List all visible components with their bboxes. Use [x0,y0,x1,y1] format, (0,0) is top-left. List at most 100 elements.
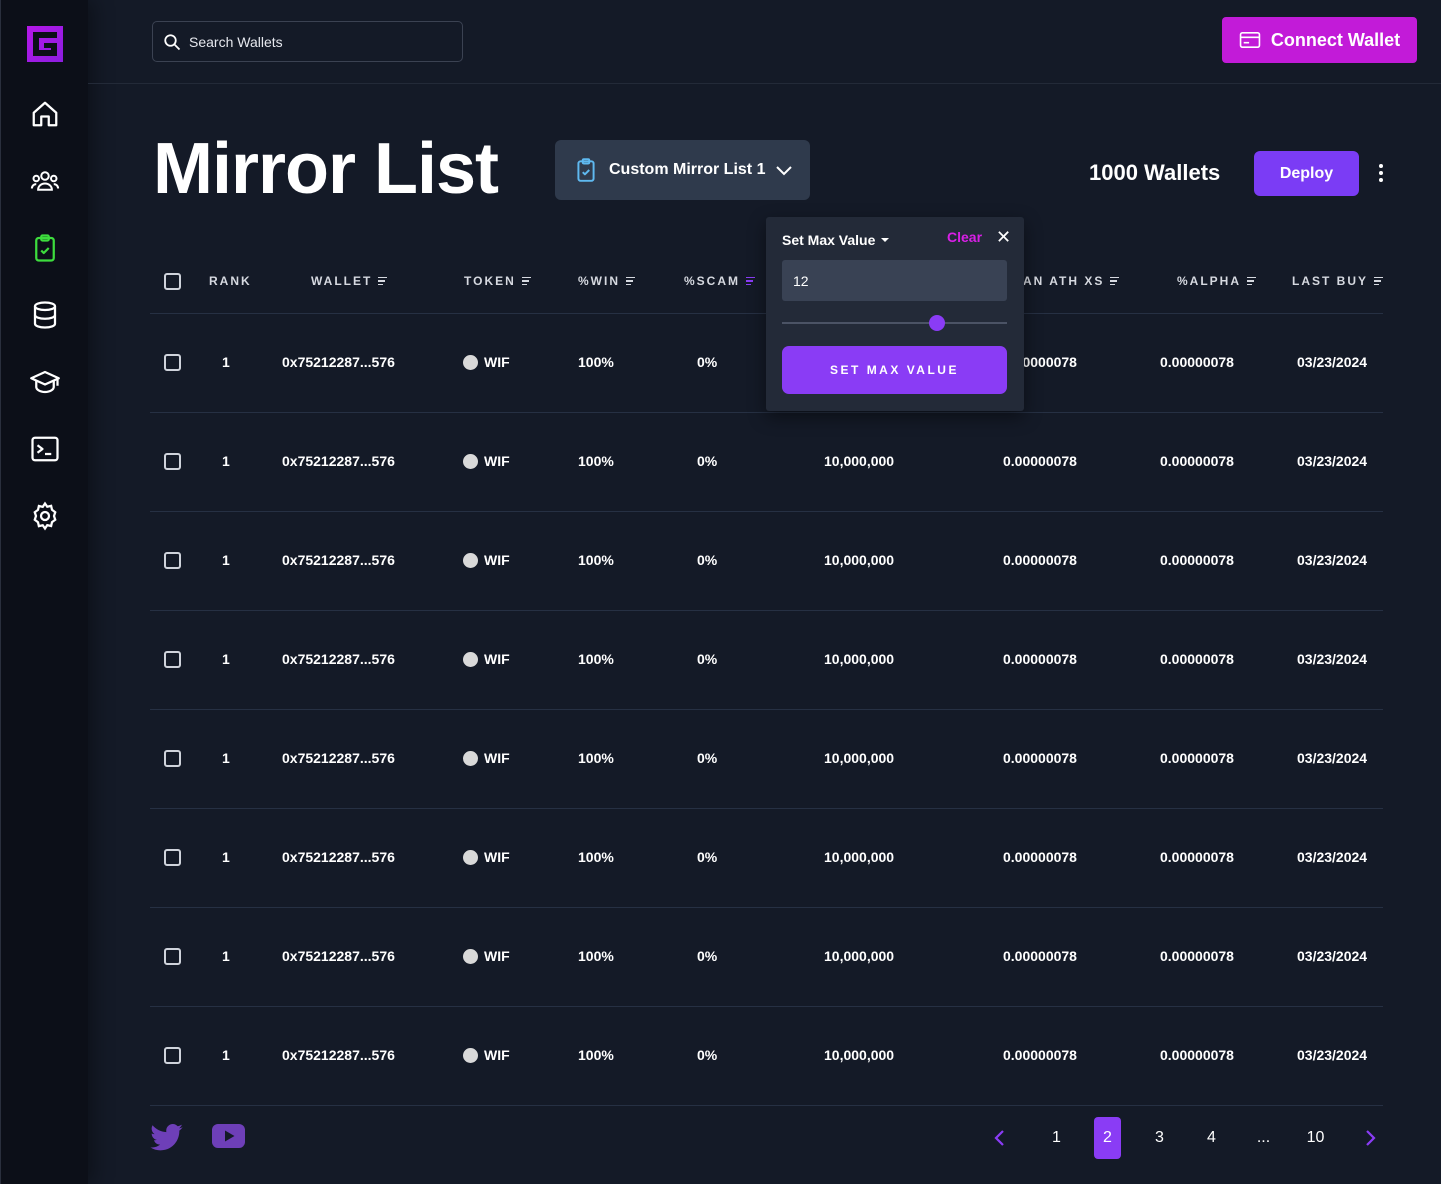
cell-wallet[interactable]: 0x75212287...576 [282,750,395,766]
column-label: WALLET [311,274,373,288]
cell-win: 100% [578,354,614,370]
row-checkbox[interactable] [164,1047,181,1064]
page-button-1[interactable]: 1 [1043,1117,1070,1159]
token-icon [463,850,478,865]
deploy-button[interactable]: Deploy [1254,151,1359,196]
row-checkbox[interactable] [164,750,181,767]
slider-handle[interactable] [929,315,946,331]
connect-wallet-label: Connect Wallet [1270,29,1401,50]
sort-icon [626,276,635,286]
cell-win: 100% [578,453,614,469]
nav-settings[interactable] [25,496,65,536]
nav-terminal[interactable] [25,429,65,469]
cell-token: WIF [463,354,510,370]
column-header-last-buy[interactable]: LAST BUY [1292,274,1383,288]
nav-database[interactable] [25,295,65,335]
select-all-checkbox[interactable] [164,273,181,290]
popover-title-label: Set Max Value [782,232,876,248]
row-checkbox[interactable] [164,552,181,569]
column-header-rank[interactable]: RANK [209,274,252,288]
cell-value: 10,000,000 [824,651,895,667]
close-icon[interactable]: ✕ [996,227,1011,248]
cell-win: 100% [578,948,614,964]
cell-wallet[interactable]: 0x75212287...576 [282,552,395,568]
cell-scam: 0% [697,651,718,667]
cell-wallet[interactable]: 0x75212287...576 [282,1047,395,1063]
cell-wallet[interactable]: 0x75212287...576 [282,651,395,667]
cell-wallet[interactable]: 0x75212287...576 [282,948,395,964]
cell-wallet[interactable]: 0x75212287...576 [282,354,395,370]
page-button-10[interactable]: 10 [1302,1117,1329,1159]
clipboard-check-icon [577,158,595,182]
cell-alpha: 0.00000078 [1160,552,1234,568]
cell-last-buy: 03/23/2024 [1297,354,1368,370]
clear-button[interactable]: Clear [947,229,982,245]
nav-home[interactable] [25,94,65,134]
more-options-icon[interactable] [1372,160,1390,186]
column-header-alpha[interactable]: %ALPHA [1177,274,1257,288]
logo-icon[interactable] [27,26,63,62]
twitter-icon[interactable] [150,1124,183,1151]
page-button-3[interactable]: 3 [1146,1117,1173,1159]
prev-page-icon[interactable] [985,1117,1013,1159]
set-max-value-button[interactable]: SET MAX VALUE [782,346,1007,394]
table-row[interactable]: 1 0x75212287...576 WIF 100% 0% 10,000,000 0.00… [150,710,1383,809]
cell-token: WIF [463,750,510,766]
token-icon [463,751,478,766]
cell-value: 10,000,000 [824,453,895,469]
nav-mirror-list[interactable] [25,228,65,268]
table-row[interactable]: 1 0x75212287...576 WIF 100% 0% 10,000,000 0.00… [150,908,1383,1007]
search-input[interactable] [189,33,449,50]
row-checkbox[interactable] [164,453,181,470]
popover-title[interactable]: Set Max Value [782,232,890,248]
cell-win: 100% [578,651,614,667]
token-label: WIF [484,1047,510,1063]
table-row[interactable]: 1 0x75212287...576 WIF 100% 0% 10,000,000 0.00… [150,809,1383,908]
table-row[interactable]: 1 0x75212287...576 WIF 100% 0% 10,000,000 0.00… [150,413,1383,512]
nav-users[interactable] [25,161,65,201]
cell-wallet[interactable]: 0x75212287...576 [282,453,395,469]
cell-value: 10,000,000 [824,849,895,865]
max-value-slider[interactable] [782,322,1007,324]
pagination: 1 2 3 4 ... 10 [985,1117,1385,1159]
table-row[interactable]: 1 0x75212287...576 WIF 100% 0% 10,000,000 0.00… [150,1007,1383,1106]
cell-scam: 0% [697,354,718,370]
table-row[interactable]: 1 0x75212287...576 WIF 100% 0% 10,000,000 0.00… [150,512,1383,611]
page-button-4[interactable]: 4 [1198,1117,1225,1159]
next-page-icon[interactable] [1357,1117,1385,1159]
column-header-ath-xs[interactable]: AN ATH XS [1023,274,1120,288]
cell-token: WIF [463,453,510,469]
cell-ath: 0.00000078 [1003,849,1077,865]
cell-ath: 0.00000078 [1003,1047,1077,1063]
row-checkbox[interactable] [164,354,181,371]
nav-learn[interactable] [25,362,65,402]
column-header-scam[interactable]: %SCAM [684,274,756,288]
table-row[interactable]: 1 0x75212287...576 WIF 100% 0% 10,000,000 0.00… [150,611,1383,710]
cell-scam: 0% [697,453,718,469]
column-header-token[interactable]: TOKEN [464,274,531,288]
token-label: WIF [484,750,510,766]
cell-wallet[interactable]: 0x75212287...576 [282,849,395,865]
cell-token: WIF [463,552,510,568]
row-checkbox[interactable] [164,948,181,965]
cell-ath: 0.00000078 [1003,552,1077,568]
connect-wallet-button[interactable]: Connect Wallet [1222,17,1417,63]
mirror-list-selector[interactable]: Custom Mirror List 1 [555,140,810,200]
cell-value: 10,000,000 [824,750,895,766]
search-box[interactable] [152,21,463,62]
youtube-icon[interactable] [212,1124,245,1148]
column-header-win[interactable]: %WIN [578,274,635,288]
set-max-value-popover: Set Max Value Clear ✕ SET MAX VALUE [766,217,1024,411]
row-checkbox[interactable] [164,849,181,866]
cell-token: WIF [463,1047,510,1063]
page-button-2[interactable]: 2 [1094,1117,1121,1159]
cell-last-buy: 03/23/2024 [1297,552,1368,568]
terminal-icon [31,436,59,462]
max-value-input[interactable] [782,260,1007,301]
cell-alpha: 0.00000078 [1160,453,1234,469]
row-checkbox[interactable] [164,651,181,668]
cell-ath: 0.00000078 [1003,651,1077,667]
cell-ath: 0.00000078 [1003,750,1077,766]
chevron-down-icon [776,166,793,176]
column-header-wallet[interactable]: WALLET [311,274,388,288]
